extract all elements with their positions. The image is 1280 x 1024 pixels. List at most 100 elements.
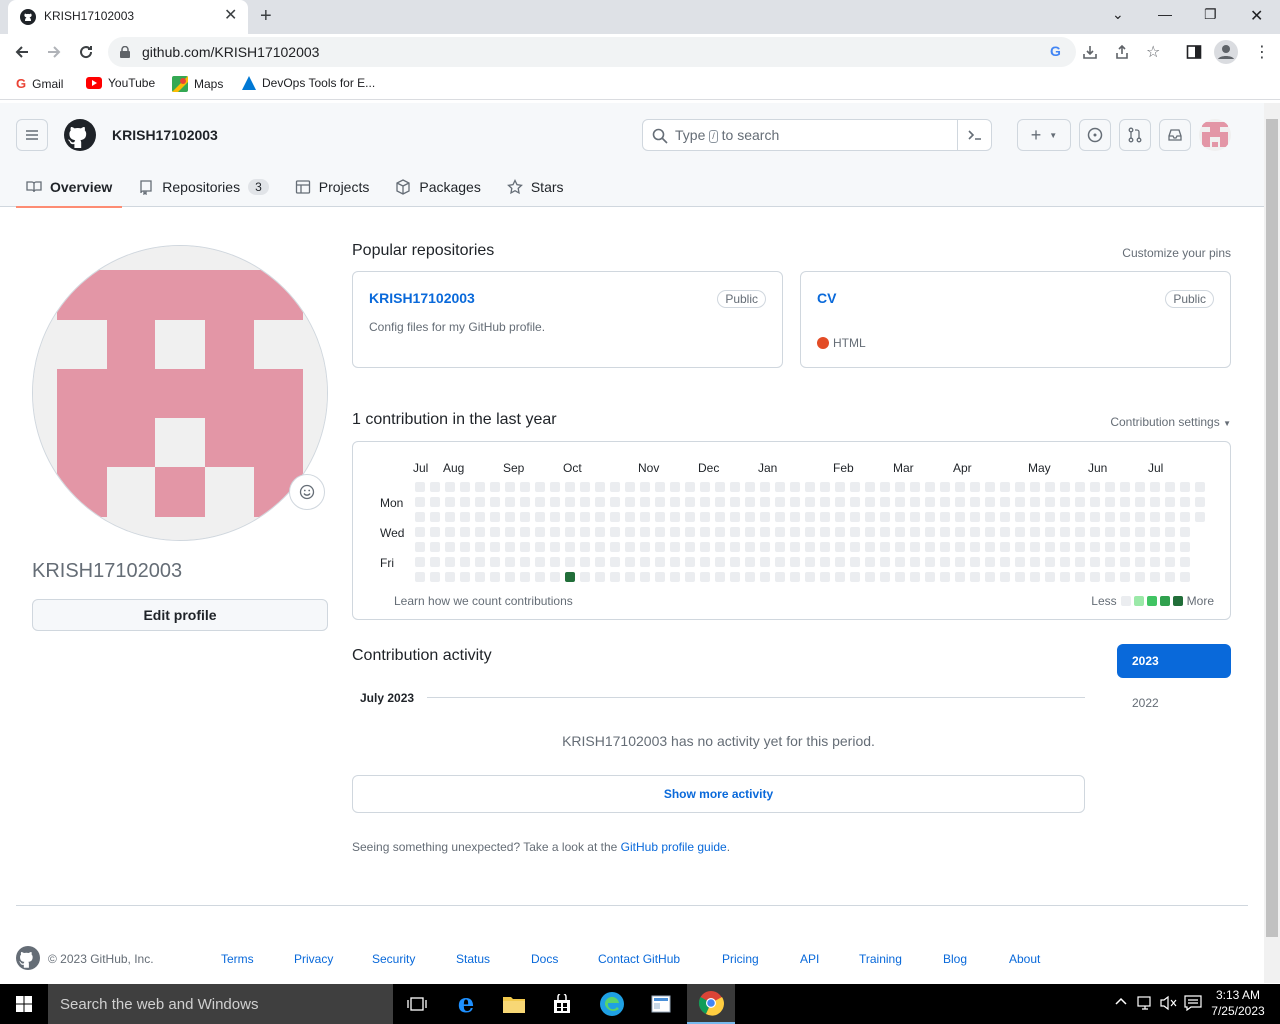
contribution-day[interactable]: [760, 542, 770, 552]
contribution-day[interactable]: [865, 572, 875, 582]
reload-icon[interactable]: [76, 42, 96, 62]
contribution-day[interactable]: [505, 497, 515, 507]
contribution-day[interactable]: [475, 482, 485, 492]
contribution-day[interactable]: [535, 527, 545, 537]
contribution-day[interactable]: [1195, 497, 1205, 507]
contribution-day[interactable]: [745, 542, 755, 552]
contribution-day[interactable]: [1150, 557, 1160, 567]
contribution-day[interactable]: [925, 542, 935, 552]
contribution-day[interactable]: [1030, 497, 1040, 507]
contribution-day[interactable]: [985, 512, 995, 522]
contribution-day[interactable]: [580, 527, 590, 537]
header-username[interactable]: KRISH17102003: [112, 127, 218, 143]
tab-overview[interactable]: Overview: [16, 167, 123, 208]
contribution-day[interactable]: [445, 482, 455, 492]
contribution-day[interactable]: [640, 512, 650, 522]
contribution-day[interactable]: [490, 542, 500, 552]
contribution-day[interactable]: [595, 482, 605, 492]
contribution-day[interactable]: [580, 512, 590, 522]
contribution-day[interactable]: [865, 542, 875, 552]
contribution-day[interactable]: [445, 512, 455, 522]
contribution-day[interactable]: [820, 557, 830, 567]
contribution-day[interactable]: [1090, 527, 1100, 537]
contribution-day[interactable]: [475, 542, 485, 552]
contribution-day[interactable]: [820, 527, 830, 537]
customize-pins-link[interactable]: Customize your pins: [1122, 246, 1231, 260]
contribution-day[interactable]: [790, 572, 800, 582]
contribution-day[interactable]: [550, 557, 560, 567]
contribution-day[interactable]: [700, 557, 710, 567]
contribution-day[interactable]: [970, 527, 980, 537]
contribution-day[interactable]: [460, 572, 470, 582]
contribution-day[interactable]: [880, 512, 890, 522]
contribution-day[interactable]: [820, 482, 830, 492]
contribution-day[interactable]: [430, 557, 440, 567]
contribution-day[interactable]: [475, 512, 485, 522]
contribution-day[interactable]: [490, 572, 500, 582]
contribution-day[interactable]: [910, 572, 920, 582]
page-scrollbar[interactable]: [1264, 103, 1280, 983]
contribution-day[interactable]: [1165, 542, 1175, 552]
contribution-day[interactable]: [820, 512, 830, 522]
footer-link-api[interactable]: API: [800, 952, 819, 966]
bookmark-youtube[interactable]: YouTube: [86, 76, 155, 90]
contribution-day[interactable]: [715, 497, 725, 507]
contribution-day[interactable]: [880, 527, 890, 537]
contribution-day[interactable]: [520, 497, 530, 507]
contribution-day[interactable]: [1000, 572, 1010, 582]
contribution-day[interactable]: [1150, 497, 1160, 507]
contribution-day[interactable]: [775, 497, 785, 507]
contribution-day[interactable]: [775, 512, 785, 522]
footer-link-pricing[interactable]: Pricing: [722, 952, 759, 966]
tab-stars[interactable]: Stars: [497, 167, 574, 207]
contribution-day[interactable]: [925, 557, 935, 567]
contribution-day[interactable]: [445, 572, 455, 582]
contribution-day[interactable]: [595, 497, 605, 507]
taskbar-clock[interactable]: 3:13 AM 7/25/2023: [1206, 987, 1270, 1019]
contribution-day[interactable]: [1105, 572, 1115, 582]
contribution-day[interactable]: [655, 542, 665, 552]
action-center-icon[interactable]: [1184, 995, 1202, 1011]
contribution-day[interactable]: [490, 527, 500, 537]
contribution-day[interactable]: [910, 482, 920, 492]
contribution-day[interactable]: [1000, 527, 1010, 537]
contribution-day[interactable]: [925, 572, 935, 582]
contribution-day[interactable]: [490, 482, 500, 492]
contribution-day[interactable]: [730, 557, 740, 567]
contribution-day[interactable]: [1045, 542, 1055, 552]
contribution-day[interactable]: [970, 557, 980, 567]
contribution-day[interactable]: [715, 482, 725, 492]
contribution-day[interactable]: [1045, 557, 1055, 567]
contribution-day[interactable]: [550, 542, 560, 552]
contribution-day[interactable]: [850, 527, 860, 537]
contribution-day[interactable]: [640, 572, 650, 582]
contribution-day[interactable]: [505, 572, 515, 582]
contribution-day[interactable]: [625, 527, 635, 537]
contribution-day[interactable]: [625, 572, 635, 582]
contribution-day[interactable]: [580, 572, 590, 582]
footer-link-security[interactable]: Security: [372, 952, 415, 966]
bookmark-gmail[interactable]: G Gmail: [16, 76, 63, 91]
contribution-day[interactable]: [460, 497, 470, 507]
contribution-day[interactable]: [745, 527, 755, 537]
contribution-day[interactable]: [685, 482, 695, 492]
contribution-day[interactable]: [565, 527, 575, 537]
contribution-day[interactable]: [940, 482, 950, 492]
contribution-day[interactable]: [430, 497, 440, 507]
contribution-day[interactable]: [955, 557, 965, 567]
contribution-day[interactable]: [685, 542, 695, 552]
lock-icon[interactable]: [120, 46, 130, 58]
footer-link-contact[interactable]: Contact GitHub: [598, 952, 680, 966]
contribution-day[interactable]: [700, 572, 710, 582]
contribution-day[interactable]: [835, 497, 845, 507]
contribution-day[interactable]: [970, 572, 980, 582]
contribution-day[interactable]: [835, 482, 845, 492]
contribution-day[interactable]: [895, 482, 905, 492]
contribution-day[interactable]: [940, 527, 950, 537]
contribution-day[interactable]: [475, 497, 485, 507]
contribution-day[interactable]: [445, 557, 455, 567]
contribution-day[interactable]: [1015, 557, 1025, 567]
contribution-day[interactable]: [910, 527, 920, 537]
github-footer-logo-icon[interactable]: [16, 946, 40, 970]
contribution-day[interactable]: [820, 572, 830, 582]
